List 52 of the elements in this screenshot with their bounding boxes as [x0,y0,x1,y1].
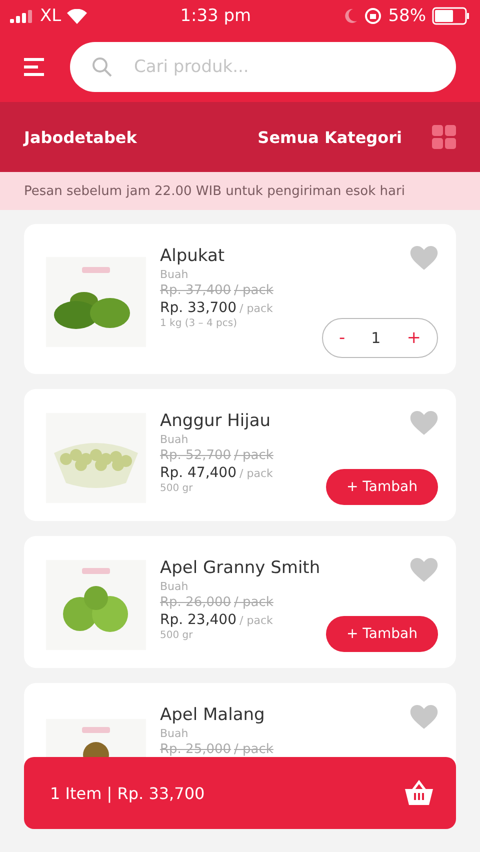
heart-icon[interactable] [410,411,438,436]
original-price: Rp. 52,700 [160,448,232,463]
original-price: Rp. 37,400 [160,283,232,298]
price-unit: / pack [240,614,273,627]
product-category: Buah [160,268,190,281]
cart-summary: 1 Item | Rp. 33,700 [50,784,205,802]
menu-icon[interactable] [24,58,46,76]
search-field[interactable]: Cari produk... [70,42,456,92]
price-unit: / pack [234,283,274,298]
original-price: Rp. 26,000 [160,595,232,610]
region-selector[interactable]: Jabodetabek [24,128,137,146]
signal-icon [10,9,34,23]
price-unit: / pack [234,448,274,463]
moon-icon [344,8,358,24]
battery-percentage: 58% [388,6,426,26]
product-size: 500 gr [160,630,194,641]
carrier-name: XL [40,6,62,26]
search-icon [92,57,112,77]
product-size: 500 gr [160,483,194,494]
quantity-value: 1 [371,329,381,347]
product-name: Anggur Hijau [160,411,272,431]
product-name: Apel Malang [160,705,266,725]
price-unit: / pack [240,467,273,480]
product-category: Buah [160,580,190,593]
product-size: 1 kg (3 – 4 pcs) [160,318,238,329]
grid-icon[interactable] [432,125,456,149]
rotation-lock-icon [364,7,382,25]
product-category: Buah [160,727,190,740]
price-unit: / pack [234,595,274,610]
heart-icon[interactable] [410,246,438,271]
heart-icon[interactable] [410,558,438,583]
heart-icon[interactable] [410,705,438,730]
wifi-icon [67,8,88,24]
add-button[interactable]: + Tambah [326,469,438,505]
product-price: Rp. 33,700 [160,300,237,316]
add-button[interactable]: + Tambah [326,616,438,652]
plus-button[interactable]: + [400,328,427,348]
basket-icon [404,780,434,806]
product-price: Rp. 23,400 [160,612,237,628]
cart-bar[interactable]: 1 Item | Rp. 33,700 [24,757,456,829]
original-price: Rp. 25,000 [160,742,232,757]
minus-button[interactable]: - [333,328,352,348]
product-price: Rp. 47,400 [160,465,237,481]
status-time: 1:33 pm [180,6,252,26]
delivery-notice: Pesan sebelum jam 22.00 WIB untuk pengiriman esok hari [0,172,480,210]
price-unit: / pack [234,742,274,757]
product-name: Apel Granny Smith [160,558,322,578]
product-category: Buah [160,433,190,446]
category-selector[interactable]: Semua Kategori [258,128,402,146]
product-name: Alpukat [160,246,226,266]
battery-icon [432,7,470,25]
price-unit: / pack [240,302,273,315]
